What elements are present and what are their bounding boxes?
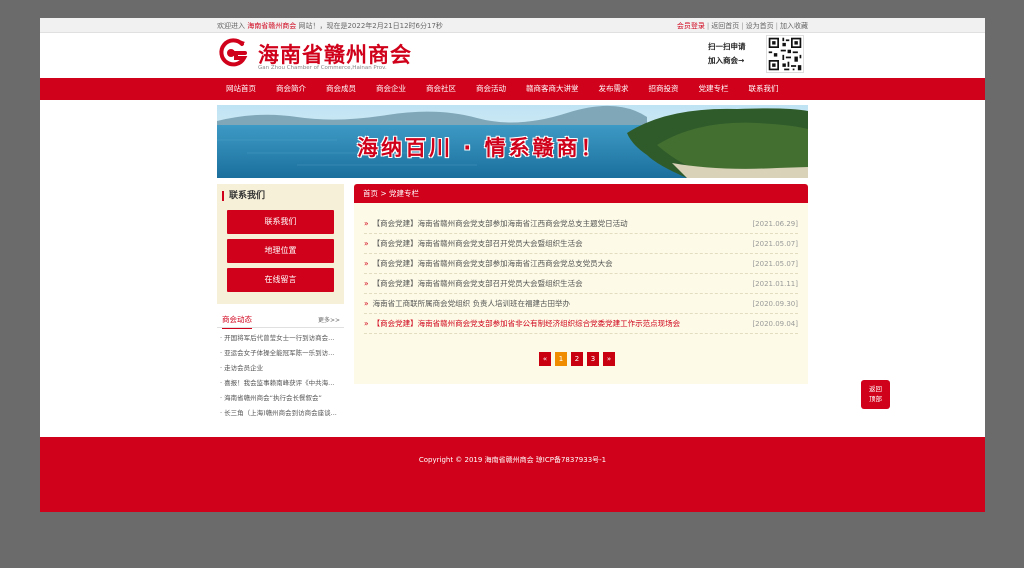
back-to-top-button[interactable]: 返回 顶部 [861,380,890,409]
article-title[interactable]: 海南省工商联所属商会党组织 负责人培训班在福建古田举办 [373,299,570,308]
site-header: 海南省赣州商会 Gan Zhou Chamber of Commerce,Hai… [40,33,985,78]
news-item[interactable]: · 海南省赣州商会“执行会长餐叙会” [217,391,344,406]
contact-panel: 联系我们 联系我们 地理位置 在线留言 [217,184,344,304]
article-row[interactable]: » 【商会党建】海南省赣州商会党支部召开党员大会暨组织生活会 [2021.05.07… [364,234,798,254]
article-row[interactable]: » 【商会党建】海南省赣州商会党支部召开党员大会暨组织生活会 [2021.01.11… [364,274,798,294]
article-date: [2021.05.07] [752,260,798,268]
back-home-link[interactable]: 返回首页 [711,22,739,30]
qr-code-icon [766,35,804,73]
add-favorite-link[interactable]: 加入收藏 [780,22,808,30]
news-more-link[interactable]: 更多>> [318,315,340,324]
member-login-link[interactable]: 会员登录 [677,22,705,30]
bullet-arrow-icon: » [364,299,369,308]
nav-item-home[interactable]: 网站首页 [217,78,266,100]
nav-item-enterprises[interactable]: 商会企业 [366,78,416,100]
join-prompt: 扫一扫申请 加入商会→ [708,40,758,68]
top-links: 会员登录 | 返回首页 | 设为首页 | 加入收藏 [677,21,808,31]
nav-item-investment[interactable]: 招商投资 [639,78,689,100]
pager-next-button[interactable]: » [603,352,615,366]
article-list: » 【商会党建】海南省赣州商会党支部参加海南省江西商会党总支主题党日活动 [2021… [364,214,798,334]
location-button[interactable]: 地理位置 [227,239,334,263]
article-date: [2021.01.11] [752,280,798,288]
set-homepage-link[interactable]: 设为首页 [746,22,774,30]
article-date: [2020.09.04] [752,320,798,328]
divider: | [706,22,710,30]
article-title[interactable]: 【商会党建】海南省赣州商会党支部召开党员大会暨组织生活会 [373,279,583,288]
article-title[interactable]: 【商会党建】海南省赣州商会党支部参加省非公有制经济组织综合党委党建工作示范点现场… [373,319,681,328]
sidebar: 联系我们 联系我们 地理位置 在线留言 商会动态 更多>> · 开国将军后代曾莹… [217,184,344,421]
nav-item-demands[interactable]: 发布需求 [589,78,639,100]
pager-page-2[interactable]: 2 [571,352,583,366]
article-row[interactable]: » 【商会党建】海南省赣州商会党支部参加省非公有制经济组织综合党委党建工作示范点现… [364,314,798,334]
article-title[interactable]: 【商会党建】海南省赣州商会党支部参加海南省江西商会党总支主题党日活动 [373,219,628,228]
top-bar: 欢迎进入 海南省赣州商会 网站！，现在是2022年2月21日12时6分17秒 会… [40,18,985,33]
contact-us-button[interactable]: 联系我们 [227,210,334,234]
pager-prev-button[interactable]: « [539,352,551,366]
article-title[interactable]: 【商会党建】海南省赣州商会党支部参加海南省江西商会党总支党员大会 [373,259,613,268]
pager-page-3[interactable]: 3 [587,352,599,366]
news-panel: 商会动态 更多>> · 开国将军后代曾莹女士一行到访商会... · 亚运会女子体… [217,310,344,421]
nav-item-members[interactable]: 商会成员 [316,78,366,100]
article-date: [2021.05.07] [752,240,798,248]
nav-item-community[interactable]: 商会社区 [416,78,466,100]
nav-item-activities[interactable]: 商会活动 [466,78,516,100]
welcome-site-name[interactable]: 海南省赣州商会 [247,22,296,30]
page-frame: 欢迎进入 海南省赣州商会 网站！，现在是2022年2月21日12时6分17秒 会… [40,18,985,512]
article-title[interactable]: 【商会党建】海南省赣州商会党支部召开党员大会暨组织生活会 [373,239,583,248]
bullet-arrow-icon: » [364,319,369,328]
news-item[interactable]: · 走访会员企业 [217,361,344,376]
pager-page-1[interactable]: 1 [555,352,567,366]
bullet-arrow-icon: » [364,279,369,288]
article-row[interactable]: » 【商会党建】海南省赣州商会党支部参加海南省江西商会党总支党员大会 [2021.0… [364,254,798,274]
back-to-top-line-1: 返回 [869,385,882,393]
copyright-text: Copyright © 2019 海南省赣州商会 琼ICP备7837933号-1 [418,456,607,464]
news-header: 商会动态 更多>> [217,310,344,329]
site-footer: Copyright © 2019 海南省赣州商会 琼ICP备7837933号-1 [40,437,985,512]
chamber-logo-icon [219,38,248,67]
back-to-top-line-2: 顶部 [869,395,882,403]
welcome-suffix: 网站！，现在是2022年2月21日12时6分17秒 [298,22,443,30]
bullet-arrow-icon: » [364,239,369,248]
nav-item-party[interactable]: 党建专栏 [689,78,739,100]
pagination: « 1 2 3 » [539,352,615,366]
article-row[interactable]: » 【商会党建】海南省赣州商会党支部参加海南省江西商会党总支主题党日活动 [2021… [364,214,798,234]
divider: | [741,22,744,30]
join-line-2: 加入商会→ [708,56,745,65]
hero-banner: 海纳百川 · 情系赣商！ [217,105,808,178]
divider: | [775,22,778,30]
news-item[interactable]: · 亚运会女子体操全能冠军陈一乐到访... [217,346,344,361]
news-item[interactable]: · 长三角（上海)赣州商会到访商会座谈... [217,406,344,421]
news-item[interactable]: · 开国将军后代曾莹女士一行到访商会... [217,331,344,346]
bullet-arrow-icon: » [364,259,369,268]
article-date: [2020.09.30] [752,300,798,308]
news-list: · 开国将军后代曾莹女士一行到访商会... · 亚运会女子体操全能冠军陈一乐到访… [217,328,344,421]
banner-slogan: 海纳百川 · 情系赣商！ [357,136,605,160]
message-button[interactable]: 在线留言 [227,268,334,292]
main-nav: 网站首页 商会简介 商会成员 商会企业 商会社区 商会活动 赣商客商大讲堂 发布… [40,78,985,100]
article-row[interactable]: » 海南省工商联所属商会党组织 负责人培训班在福建古田举办 [2020.09.30] [364,294,798,314]
news-item[interactable]: · 喜报！我会监事赖南峰获评《中共海... [217,376,344,391]
breadcrumb: 首页 > 党建专栏 [354,184,808,203]
nav-item-intro[interactable]: 商会简介 [266,78,316,100]
welcome-prefix: 欢迎进入 [217,22,245,30]
nav-list: 网站首页 商会简介 商会成员 商会企业 商会社区 商会活动 赣商客商大讲堂 发布… [217,78,789,100]
article-panel: 首页 > 党建专栏 » 【商会党建】海南省赣州商会党支部参加海南省江西商会党总支主… [354,184,808,384]
logo-subtitle: Gan Zhou Chamber of Commerce,Hainan Prov… [258,65,387,71]
welcome-text: 欢迎进入 海南省赣州商会 网站！，现在是2022年2月21日12时6分17秒 [217,21,443,31]
nav-item-contact[interactable]: 联系我们 [739,78,789,100]
join-line-1: 扫一扫申请 [708,42,746,51]
article-date: [2021.06.29] [752,220,798,228]
bullet-arrow-icon: » [364,219,369,228]
nav-item-lecture[interactable]: 赣商客商大讲堂 [516,78,589,100]
news-title: 商会动态 [222,314,252,329]
sidebar-title: 联系我们 [217,184,344,208]
